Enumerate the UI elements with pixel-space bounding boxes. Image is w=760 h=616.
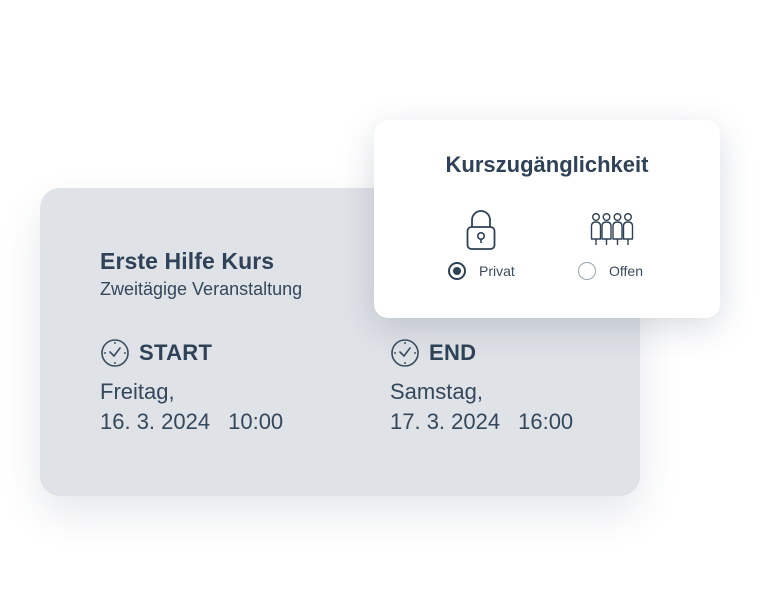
end-datetime: 17. 3. 2024 16:00 xyxy=(390,407,573,437)
option-private[interactable]: Privat xyxy=(448,262,515,280)
end-day: Samstag, xyxy=(390,379,483,404)
radio-open[interactable] xyxy=(578,262,596,280)
option-open[interactable]: Offen xyxy=(578,262,643,280)
end-block: END Samstag, 17. 3. 2024 16:00 xyxy=(390,338,573,437)
option-open-label: Offen xyxy=(609,263,643,279)
radio-private[interactable] xyxy=(448,262,466,280)
start-label: START xyxy=(139,340,213,365)
clock-icon xyxy=(390,338,420,368)
event-subtitle: Zweitägige Veranstaltung xyxy=(100,279,303,299)
start-header: START xyxy=(100,338,283,368)
accessibility-popup: Kurszugänglichkeit Privat Offen xyxy=(374,120,720,318)
option-private-label: Privat xyxy=(479,263,515,279)
clock-icon xyxy=(100,338,130,368)
start-day: Freitag, xyxy=(100,379,175,404)
stage: Erste Hilfe Kurs Zweitägige Veranstaltun… xyxy=(0,0,760,616)
start-block: START Freitag, 16. 3. 2024 10:00 xyxy=(100,338,283,437)
group-icon xyxy=(590,212,634,248)
start-time: 10:00 xyxy=(228,409,284,434)
end-time: 16:00 xyxy=(518,409,574,434)
accessibility-title: Kurszugänglichkeit xyxy=(445,152,649,177)
end-label: END xyxy=(429,340,477,365)
lock-icon xyxy=(465,208,497,252)
start-datetime: 16. 3. 2024 10:00 xyxy=(100,407,283,437)
event-title: Erste Hilfe Kurs xyxy=(100,248,275,274)
end-header: END xyxy=(390,338,573,368)
start-date: 16. 3. 2024 xyxy=(100,409,211,434)
end-date: 17. 3. 2024 xyxy=(390,409,501,434)
